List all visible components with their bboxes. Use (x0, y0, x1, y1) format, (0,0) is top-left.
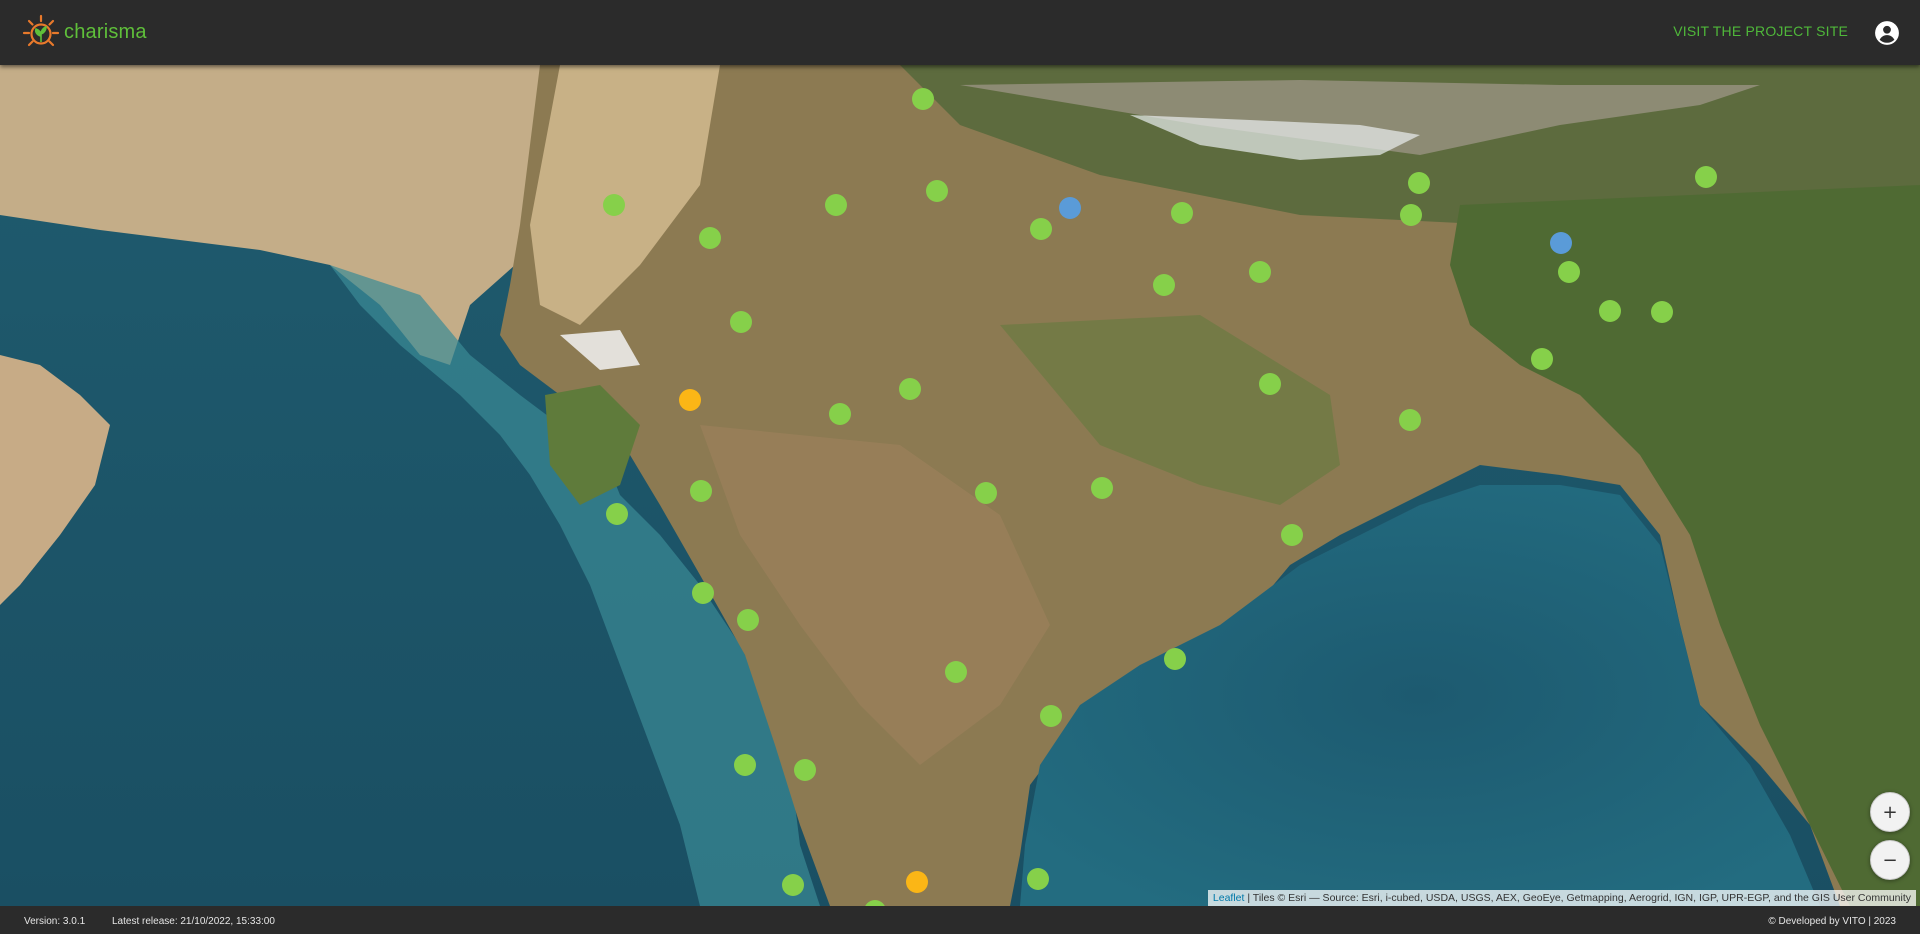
version-label: Version: 3.0.1 (24, 916, 86, 927)
developer-credits: © Developed by VITO | 2023 (1768, 916, 1896, 927)
satellite-map[interactable]: + − Leaflet | Tiles © Esri — Source: Esr… (0, 65, 1920, 906)
map-marker[interactable] (1091, 477, 1113, 499)
zoom-in-button[interactable]: + (1870, 792, 1910, 832)
map-marker[interactable] (734, 754, 756, 776)
map-marker[interactable] (899, 378, 921, 400)
footer-bar: Version: 3.0.1 Latest release: 21/10/202… (0, 906, 1920, 934)
map-marker[interactable] (603, 194, 625, 216)
map-marker[interactable] (1281, 524, 1303, 546)
app-name: charisma (64, 20, 147, 43)
map-marker[interactable] (1531, 348, 1553, 370)
map-marker[interactable] (782, 874, 804, 896)
visit-project-site-link[interactable]: VISIT THE PROJECT SITE (1673, 23, 1848, 39)
map-marker[interactable] (829, 403, 851, 425)
map-marker[interactable] (912, 88, 934, 110)
map-marker[interactable] (1599, 300, 1621, 322)
map-marker[interactable] (926, 180, 948, 202)
map-marker[interactable] (737, 609, 759, 631)
map-marker[interactable] (679, 389, 701, 411)
map-marker[interactable] (945, 661, 967, 683)
leaflet-link[interactable]: Leaflet (1213, 892, 1245, 904)
map-marker[interactable] (1558, 261, 1580, 283)
map-marker[interactable] (1550, 232, 1572, 254)
map-marker[interactable] (1059, 197, 1081, 219)
map-marker[interactable] (730, 311, 752, 333)
map-marker[interactable] (975, 482, 997, 504)
map-marker[interactable] (1027, 868, 1049, 890)
map-marker[interactable] (1040, 705, 1062, 727)
map-marker[interactable] (1399, 409, 1421, 431)
account-circle-icon[interactable] (1874, 20, 1900, 46)
map-marker[interactable] (1695, 166, 1717, 188)
satellite-basemap (0, 65, 1920, 906)
map-marker[interactable] (690, 480, 712, 502)
map-marker[interactable] (1164, 648, 1186, 670)
map-marker[interactable] (692, 582, 714, 604)
map-marker[interactable] (1030, 218, 1052, 240)
map-marker[interactable] (906, 871, 928, 893)
map-marker[interactable] (699, 227, 721, 249)
top-bar: charisma VISIT THE PROJECT SITE (0, 0, 1920, 65)
map-marker[interactable] (606, 503, 628, 525)
map-marker[interactable] (1171, 202, 1193, 224)
tiles-attribution-text: | Tiles © Esri — Source: Esri, i-cubed, … (1244, 892, 1911, 904)
zoom-out-button[interactable]: − (1870, 840, 1910, 880)
map-marker[interactable] (794, 759, 816, 781)
map-marker[interactable] (825, 194, 847, 216)
app-logo[interactable]: charisma (22, 14, 147, 50)
map-marker[interactable] (1408, 172, 1430, 194)
map-marker[interactable] (1249, 261, 1271, 283)
map-attribution: Leaflet | Tiles © Esri — Source: Esri, i… (1207, 890, 1916, 906)
map-marker[interactable] (1259, 373, 1281, 395)
map-marker[interactable] (1400, 204, 1422, 226)
sun-logo-icon (22, 14, 60, 47)
map-marker[interactable] (1153, 274, 1175, 296)
map-marker[interactable] (1651, 301, 1673, 323)
latest-release-label: Latest release: 21/10/2022, 15:33:00 (112, 916, 275, 927)
